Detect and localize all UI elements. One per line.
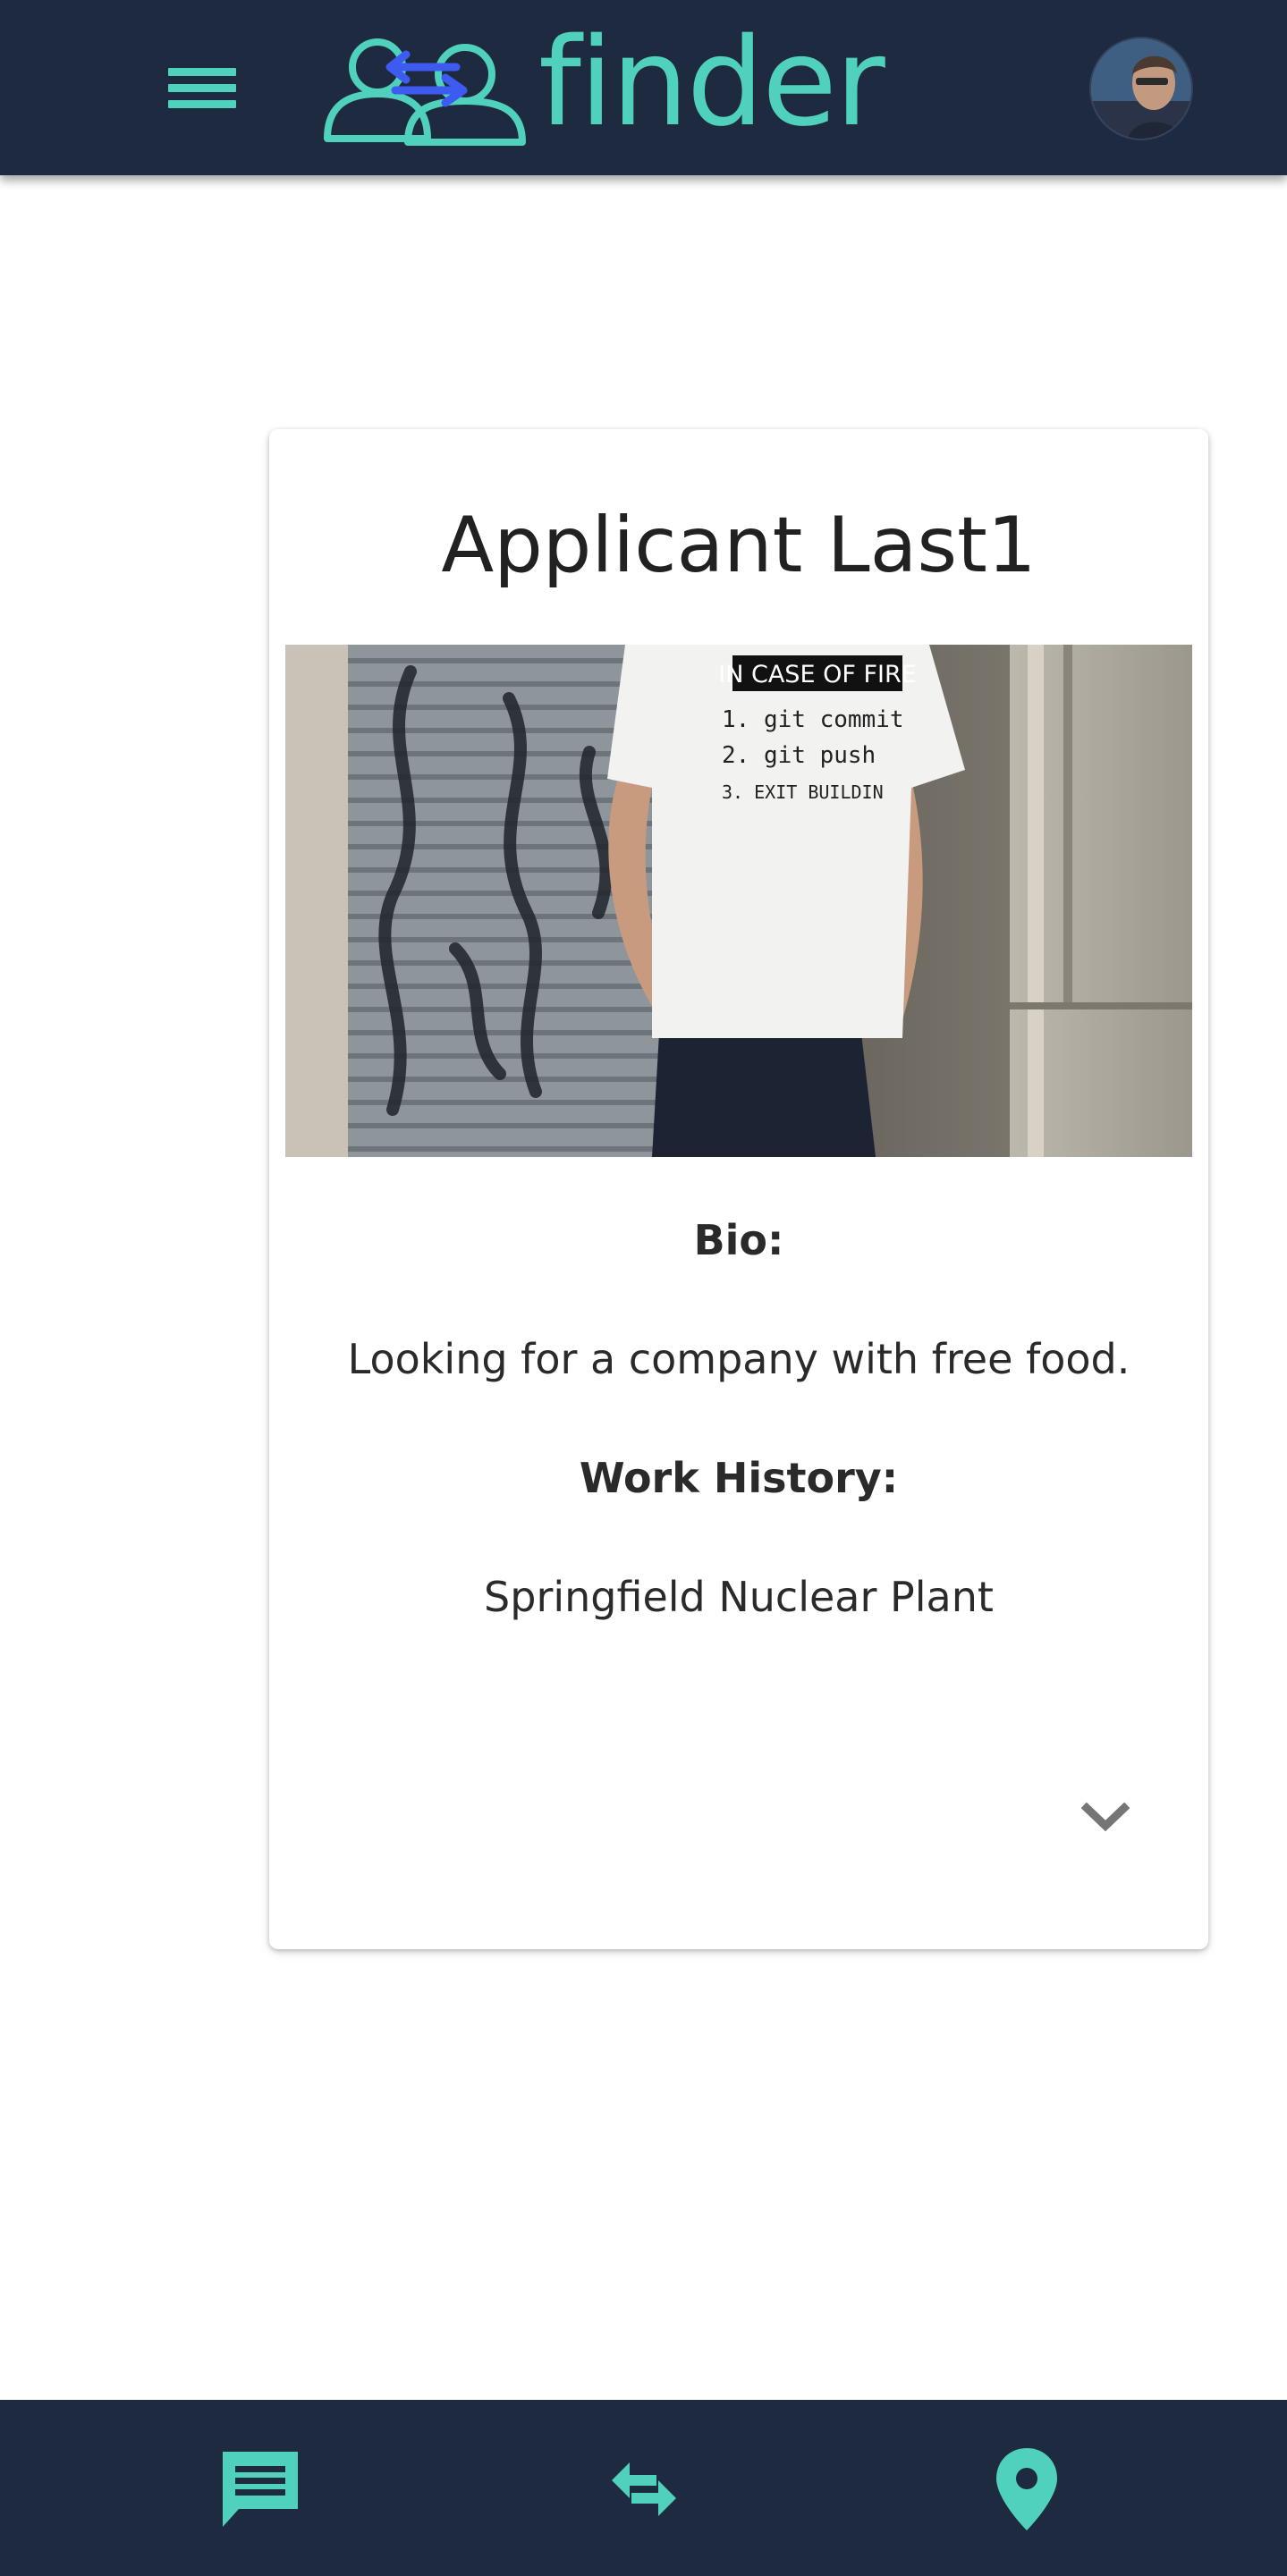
- hamburger-menu-icon[interactable]: [161, 57, 243, 120]
- nav-messages-button[interactable]: [207, 2436, 314, 2543]
- applicant-photo: IN CASE OF FIRE 1. git commit 2. git pus…: [285, 645, 1192, 1157]
- shirt-line-2: 2. git push: [722, 742, 876, 769]
- work-history-text: Springfield Nuclear Plant: [484, 1573, 994, 1621]
- expand-button[interactable]: [1074, 1797, 1137, 1842]
- user-avatar[interactable]: [1089, 37, 1193, 140]
- applicant-name: Applicant Last1: [441, 501, 1037, 590]
- map-pin-icon: [996, 2448, 1057, 2530]
- avatar-photo: [1091, 38, 1191, 139]
- applicant-photo-image: IN CASE OF FIRE 1. git commit 2. git pus…: [285, 645, 1192, 1157]
- nav-location-button[interactable]: [973, 2436, 1080, 2543]
- bottom-navigation: [0, 2400, 1287, 2576]
- logo-text: finder: [538, 13, 885, 154]
- bio-label: Bio:: [693, 1216, 784, 1264]
- chat-icon: [223, 2452, 298, 2527]
- swap-arrows-icon: [612, 2462, 676, 2516]
- top-app-bar: finder: [0, 0, 1287, 175]
- shirt-line-1: 1. git commit: [722, 706, 904, 733]
- people-swap-logo-icon: [324, 38, 526, 146]
- app-logo[interactable]: finder: [322, 22, 885, 152]
- work-history-label: Work History:: [579, 1454, 899, 1502]
- nav-match-button[interactable]: [590, 2436, 698, 2543]
- chevron-down-icon: [1080, 1802, 1130, 1832]
- shirt-line-3: 3. EXIT BUILDIN: [722, 781, 884, 803]
- bio-text: Looking for a company with free food.: [347, 1335, 1130, 1383]
- applicant-card[interactable]: Applicant Last1 IN CASE OF FIRE 1. git c…: [269, 429, 1208, 1949]
- shirt-heading: IN CASE OF FIRE: [718, 661, 917, 688]
